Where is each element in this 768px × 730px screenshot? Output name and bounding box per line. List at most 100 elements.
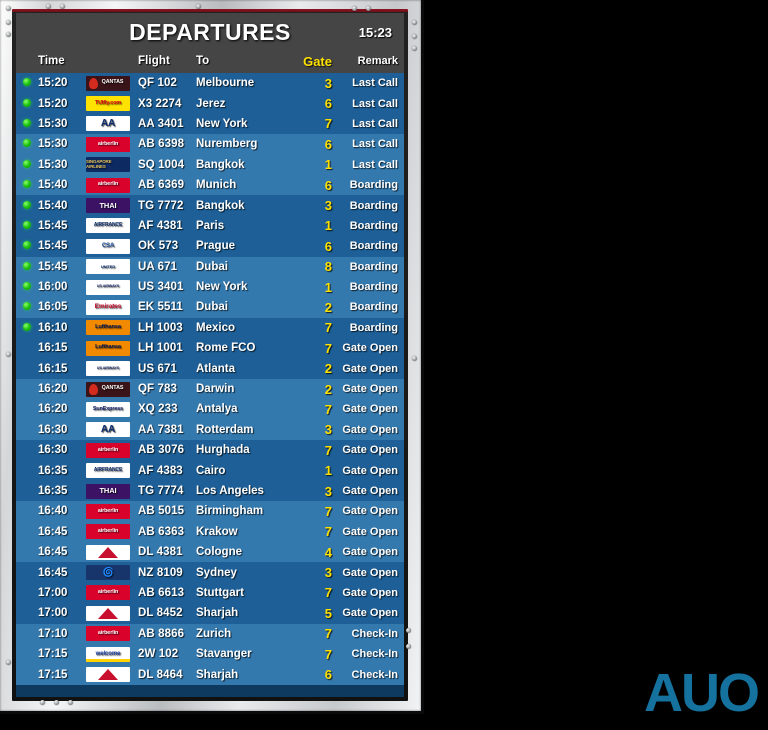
flight-time: 16:35 — [38, 485, 68, 497]
gate-number: 7 — [324, 442, 332, 458]
flight-time: 15:45 — [38, 219, 68, 232]
table-row[interactable]: 16:30 AA AA 7381 Rotterdam 3 Gate Open — [16, 419, 404, 441]
flight-number: QF 102 — [138, 77, 177, 90]
logo-accent-bar — [86, 658, 130, 662]
airline-logo-cell: QANTAS — [86, 381, 138, 397]
flight-time: 15:30 — [38, 117, 68, 130]
destination: Munich — [196, 179, 237, 192]
airline-logo-cell: AA — [86, 422, 138, 438]
emirates-logo-icon: Emirates — [86, 299, 130, 315]
flight-number: DL 8452 — [138, 607, 183, 620]
flight-remark: Gate Open — [342, 505, 398, 518]
flight-time: 16:05 — [38, 301, 68, 314]
table-row[interactable]: 17:00 airberlin AB 6613 Stuttgart 7 Gate Open — [16, 582, 404, 604]
airline-logo-cell: SINGAPORE AIRLINES — [86, 157, 138, 173]
table-row[interactable]: 15:45 UNITED UA 671 Dubai 8 Boarding — [16, 256, 404, 277]
table-row[interactable]: 16:30 airberlin AB 3076 Hurghada 7 Gate Open — [16, 440, 404, 461]
flight-time: 16:45 — [38, 546, 68, 559]
airline-logo-cell: airberlin — [86, 442, 138, 458]
table-row[interactable]: 16:40 airberlin AB 5015 Birmingham 7 Gate Ope… — [16, 501, 404, 522]
gate-number: 4 — [324, 544, 332, 560]
destination: New York — [196, 117, 248, 130]
screw-icon — [412, 46, 417, 51]
destination: Cologne — [196, 546, 242, 559]
table-row[interactable]: 16:10 Lufthansa LH 1003 Mexico 7 Boarding — [16, 317, 404, 339]
flight-time: 16:20 — [38, 383, 68, 396]
gate-number: 2 — [324, 381, 332, 397]
airberlin-logo-icon: airberlin — [86, 503, 130, 519]
table-row[interactable]: 17:10 airberlin AB 8866 Zurich 7 Check-In — [16, 623, 404, 644]
status-dot-icon — [23, 241, 31, 250]
table-row[interactable]: 15:20 TUIfly.com X3 2274 Jerez 6 Last Call — [16, 93, 404, 114]
qantas-logo-icon: QANTAS — [86, 381, 130, 397]
flight-number: AB 6369 — [138, 179, 185, 192]
flight-time: 15:20 — [38, 97, 68, 110]
title-row: DEPARTURES 15:23 — [16, 13, 404, 49]
airline-logo-cell: SunExpress — [86, 401, 138, 417]
table-row[interactable]: 15:30 SINGAPORE AIRLINES SQ 1004 Bangkok 1 La… — [16, 154, 404, 175]
destination: Jerez — [196, 97, 226, 110]
gate-number: 1 — [324, 463, 332, 479]
column-header-remark: Remark — [357, 55, 398, 67]
united-logo-icon: UNITED — [86, 259, 130, 275]
status-indicator — [16, 220, 38, 232]
screw-icon — [406, 644, 411, 649]
lufthansa-logo-icon: Lufthansa — [86, 320, 130, 336]
table-row[interactable]: 15:45 AIRFRANCE AF 4381 Paris 1 Boarding — [16, 215, 404, 237]
table-row[interactable]: 17:15 welcome 2W 102 Stavanger 7 Check-In — [16, 643, 404, 665]
flight-number: AA 7381 — [138, 423, 184, 436]
airline-logo-cell: airberlin — [86, 626, 138, 642]
flight-remark: Last Call — [352, 77, 398, 90]
table-row[interactable]: 15:30 airberlin AB 6398 Nuremberg 6 Last Call — [16, 134, 404, 155]
gate-number: 3 — [324, 483, 332, 499]
flight-number: DL 4381 — [138, 546, 183, 559]
table-row[interactable]: 16:45 airberlin AB 6363 Krakow 7 Gate Open — [16, 521, 404, 542]
flight-time: 16:30 — [38, 423, 68, 436]
screw-icon — [6, 6, 11, 11]
destination: Prague — [196, 240, 235, 253]
flight-remark: Boarding — [349, 301, 398, 314]
gate-number: 1 — [324, 218, 332, 234]
table-row[interactable]: 17:15 DL 8464 Sharjah 6 Check-In — [16, 664, 404, 685]
status-indicator — [16, 301, 38, 313]
table-row[interactable]: 16:45 🌀 NZ 8109 Sydney 3 Gate Open — [16, 562, 404, 583]
table-row[interactable]: 16:45 DL 4381 Cologne 4 Gate Open — [16, 541, 404, 563]
table-row[interactable]: 16:15 US AIRWAYS US 671 Atlanta 2 Gate Open — [16, 358, 404, 379]
table-row[interactable]: 15:40 airberlin AB 6369 Munich 6 Boarding — [16, 174, 404, 196]
table-row[interactable]: 15:20 QANTAS QF 102 Melbourne 3 Last Call — [16, 73, 404, 94]
lufthansa-logo-icon: Lufthansa — [86, 340, 130, 356]
status-dot-icon — [23, 78, 31, 87]
flight-remark: Gate Open — [342, 464, 398, 477]
airberlin-logo-icon: airberlin — [86, 626, 130, 642]
table-row[interactable]: 16:15 Lufthansa LH 1001 Rome FCO 7 Gate Open — [16, 338, 404, 359]
airberlin-logo-icon: airberlin — [86, 524, 130, 540]
table-row[interactable]: 15:40 THAI TG 7772 Bangkok 3 Boarding — [16, 195, 404, 216]
destination: Melbourne — [196, 77, 255, 90]
destination: Nuremberg — [196, 138, 258, 151]
table-row[interactable]: 16:35 THAI TG 7774 Los Angeles 3 Gate Open — [16, 480, 404, 502]
flight-number: OK 573 — [138, 240, 179, 253]
airline-logo-cell: airberlin — [86, 585, 138, 601]
usair-logo-icon: US AIRWAYS — [86, 361, 130, 377]
delta-logo-icon — [86, 605, 130, 621]
table-row[interactable]: 16:20 SunExpress XQ 233 Antalya 7 Gate Open — [16, 399, 404, 420]
status-indicator — [16, 98, 38, 110]
flight-remark: Gate Open — [342, 383, 398, 396]
flight-rows-container: 15:20 QANTAS QF 102 Melbourne 3 Last Call 15:2… — [16, 73, 404, 685]
destination: Stuttgart — [196, 586, 244, 599]
table-row[interactable]: 17:00 DL 8452 Sharjah 5 Gate Open — [16, 603, 404, 624]
status-indicator — [16, 77, 38, 89]
gate-number: 7 — [324, 585, 332, 601]
table-row[interactable]: 16:35 AIRFRANCE AF 4383 Cairo 1 Gate Open — [16, 460, 404, 481]
table-row[interactable]: 16:00 US AIRWAYS US 3401 New York 1 Boarding — [16, 276, 404, 298]
delta-logo-icon — [86, 544, 130, 560]
table-row[interactable]: 15:30 AA AA 3401 New York 7 Last Call — [16, 113, 404, 135]
gate-number: 7 — [324, 320, 332, 336]
table-row[interactable]: 15:45 CSA OK 573 Prague 6 Boarding — [16, 236, 404, 257]
table-row[interactable]: 16:20 QANTAS QF 783 Darwin 2 Gate Open — [16, 378, 404, 400]
destination: Atlanta — [196, 362, 235, 375]
airberlin-logo-icon: airberlin — [86, 136, 130, 152]
gate-number: 2 — [324, 361, 332, 377]
table-row[interactable]: 16:05 Emirates EK 5511 Dubai 2 Boarding — [16, 297, 404, 318]
flight-number: DL 8464 — [138, 668, 183, 681]
